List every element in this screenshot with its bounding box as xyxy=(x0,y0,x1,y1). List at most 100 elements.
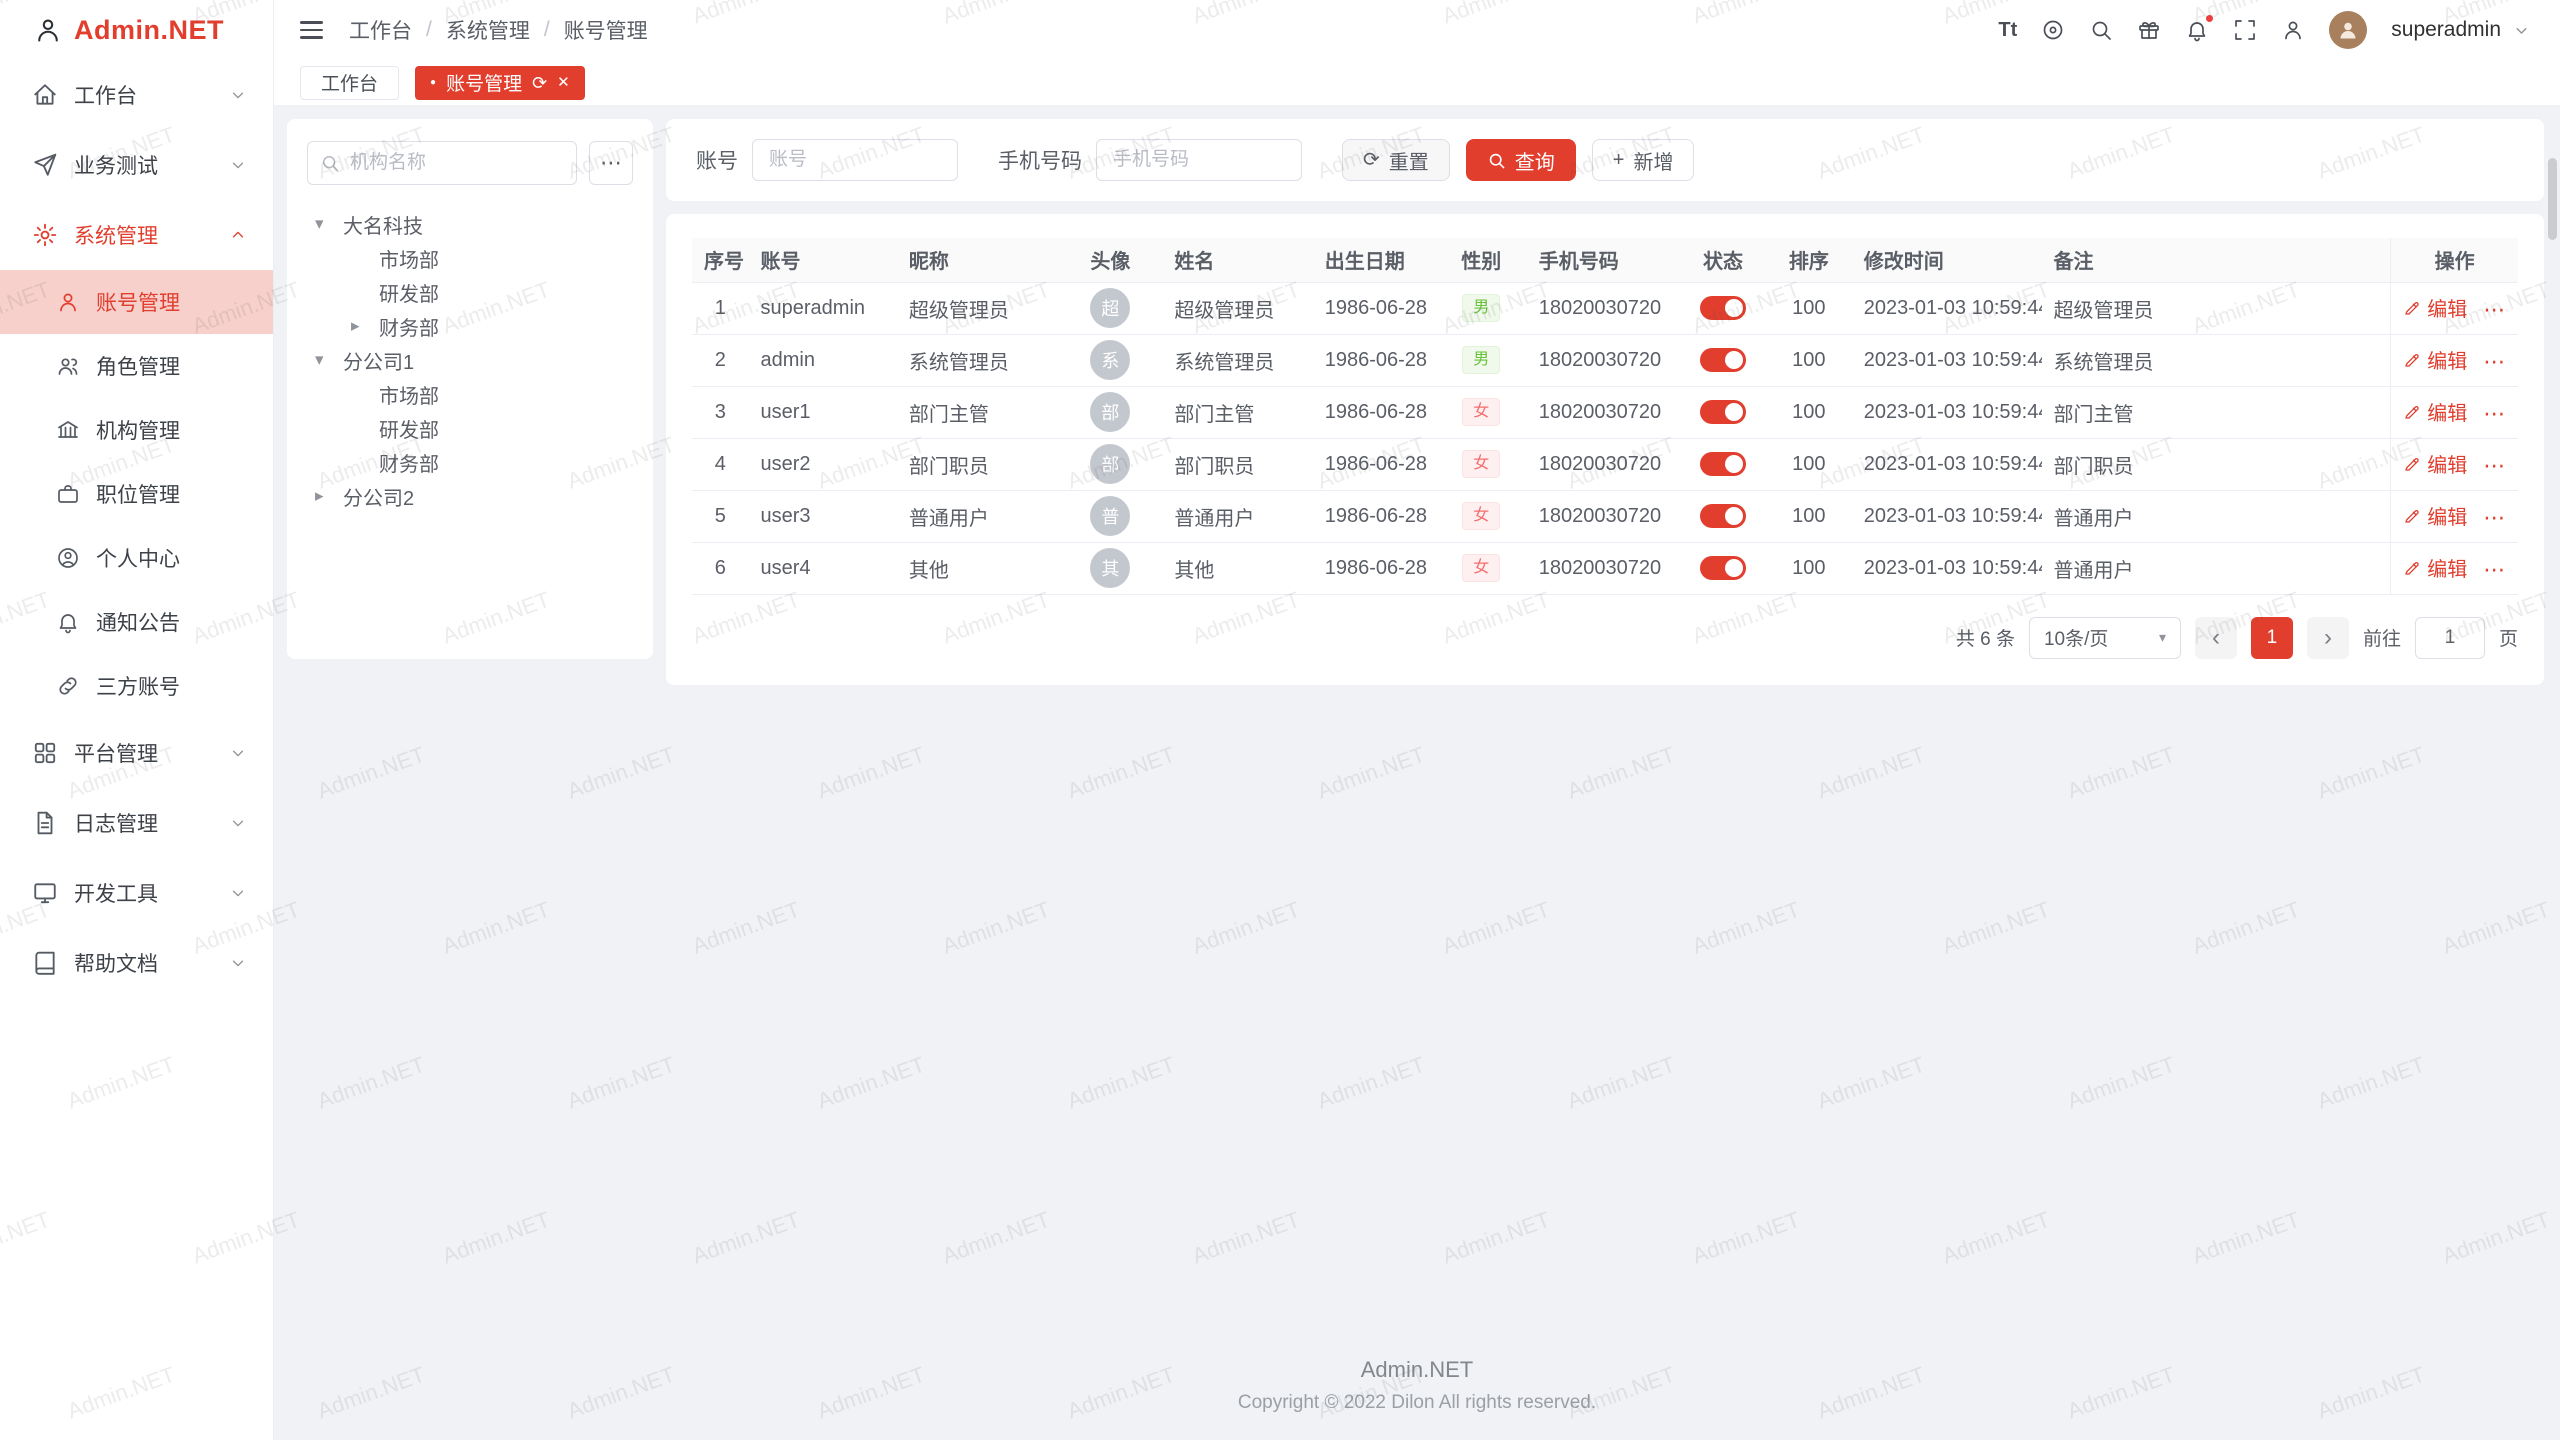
edit-button[interactable]: 编辑 xyxy=(2403,449,2467,478)
footer-copyright: Copyright © 2022 Dilon All rights reserv… xyxy=(274,1392,2560,1414)
user-outline-icon[interactable] xyxy=(2281,18,2305,42)
status-toggle[interactable] xyxy=(1700,556,1746,580)
sidebar-item-position-management[interactable]: 职位管理 xyxy=(0,462,273,526)
row-more-button[interactable]: ⋯ xyxy=(2483,505,2506,530)
status-toggle[interactable] xyxy=(1700,400,1746,424)
add-button[interactable]: + 新增 xyxy=(1592,139,1695,181)
tree-node[interactable]: 研发部 xyxy=(307,411,633,445)
tree-expand-icon[interactable]: ▾ xyxy=(315,214,343,234)
sidebar-item-log-management[interactable]: 日志管理 xyxy=(0,788,273,858)
cell-index: 2 xyxy=(692,334,749,386)
org-search-input[interactable] xyxy=(307,141,577,185)
status-toggle[interactable] xyxy=(1700,348,1746,372)
sidebar-item-dev-tools[interactable]: 开发工具 xyxy=(0,858,273,928)
cell-order: 100 xyxy=(1766,282,1852,334)
tree-node[interactable]: 市场部 xyxy=(307,377,633,411)
status-toggle[interactable] xyxy=(1700,504,1746,528)
edit-button[interactable]: 编辑 xyxy=(2403,293,2467,322)
sidebar-item-system-management[interactable]: 系统管理 xyxy=(0,200,273,270)
page-1-button[interactable]: 1 xyxy=(2251,617,2293,659)
gift-icon[interactable] xyxy=(2137,18,2161,42)
row-more-button[interactable]: ⋯ xyxy=(2483,453,2506,478)
row-avatar: 超 xyxy=(1090,288,1130,328)
breadcrumb-item[interactable]: 账号管理 xyxy=(564,15,648,45)
row-more-button[interactable]: ⋯ xyxy=(2483,557,2506,582)
cell-nickname: 其他 xyxy=(897,542,1059,594)
cell-order: 100 xyxy=(1766,386,1852,438)
sidebar-item-personal-center[interactable]: 个人中心 xyxy=(0,526,273,590)
edit-button[interactable]: 编辑 xyxy=(2403,553,2467,582)
row-avatar: 部 xyxy=(1090,392,1130,432)
phone-input[interactable] xyxy=(1096,139,1302,181)
tree-node[interactable]: 市场部 xyxy=(307,241,633,275)
user-icon xyxy=(56,290,80,314)
sidebar-item-platform-management[interactable]: 平台管理 xyxy=(0,718,273,788)
tree-expand-icon[interactable]: ▸ xyxy=(351,316,379,336)
prev-page-button[interactable]: ‹ xyxy=(2195,617,2237,659)
page-size-select[interactable]: 10条/页 ▾ xyxy=(2029,617,2181,659)
row-more-button[interactable]: ⋯ xyxy=(2483,297,2506,322)
edit-button[interactable]: 编辑 xyxy=(2403,397,2467,426)
tab-account-management[interactable]: ● 账号管理 ⟳ ✕ xyxy=(415,66,585,100)
user-avatar[interactable] xyxy=(2329,11,2367,49)
search-icon[interactable] xyxy=(2089,18,2113,42)
font-size-icon[interactable]: Tt xyxy=(1998,19,2017,42)
reset-button[interactable]: ⟳ 重置 xyxy=(1342,139,1450,181)
goto-page-input[interactable] xyxy=(2415,617,2485,659)
scrollbar-thumb[interactable] xyxy=(2548,158,2557,240)
next-page-button[interactable]: › xyxy=(2307,617,2349,659)
username[interactable]: superadmin xyxy=(2391,18,2501,42)
tree-more-button[interactable]: ⋯ xyxy=(589,141,633,185)
notification-bell-icon[interactable] xyxy=(2185,18,2209,42)
circle-dot-icon[interactable] xyxy=(2041,18,2065,42)
edit-button[interactable]: 编辑 xyxy=(2403,501,2467,530)
sidebar-item-org-management[interactable]: 机构管理 xyxy=(0,398,273,462)
tab-label: 工作台 xyxy=(321,69,378,96)
tree-node[interactable]: ▸财务部 xyxy=(307,309,633,343)
search-button[interactable]: 查询 xyxy=(1466,139,1576,181)
sidebar-item-third-party-account[interactable]: 三方账号 xyxy=(0,654,273,718)
edit-button[interactable]: 编辑 xyxy=(2403,345,2467,374)
cell-phone: 18020030720 xyxy=(1527,386,1680,438)
cell-birth-date: 1986-06-28 xyxy=(1313,334,1436,386)
cell-nickname: 超级管理员 xyxy=(897,282,1059,334)
row-more-button[interactable]: ⋯ xyxy=(2483,401,2506,426)
sidebar-item-help-docs[interactable]: 帮助文档 xyxy=(0,928,273,998)
sidebar-item-account-management[interactable]: 账号管理 xyxy=(0,270,273,334)
row-more-button[interactable]: ⋯ xyxy=(2483,349,2506,374)
sidebar-item-role-management[interactable]: 角色管理 xyxy=(0,334,273,398)
account-input[interactable] xyxy=(752,139,958,181)
logo[interactable]: Admin.NET xyxy=(0,0,273,60)
tab-label: 账号管理 xyxy=(446,69,522,96)
column-header: 操作 xyxy=(2391,238,2518,282)
tree-node[interactable]: 研发部 xyxy=(307,275,633,309)
tree-node[interactable]: ▸分公司2 xyxy=(307,479,633,513)
status-toggle[interactable] xyxy=(1700,452,1746,476)
tree-node[interactable]: 财务部 xyxy=(307,445,633,479)
tree-node[interactable]: ▾大名科技 xyxy=(307,207,633,241)
sidebar-item-business-test[interactable]: 业务测试 xyxy=(0,130,273,200)
cell-remark: 普通用户 xyxy=(2042,490,2391,542)
tree-expand-icon[interactable]: ▸ xyxy=(315,486,343,506)
tab-refresh-icon[interactable]: ⟳ xyxy=(532,74,547,92)
sidebar-item-notice-announcement[interactable]: 通知公告 xyxy=(0,590,273,654)
tree-expand-icon[interactable]: ▾ xyxy=(315,350,343,370)
status-toggle[interactable] xyxy=(1700,296,1746,320)
table-row: 5user3普通用户普普通用户1986-06-28女18020030720100… xyxy=(692,490,2518,542)
breadcrumb-separator: / xyxy=(426,18,432,42)
logo-icon xyxy=(34,16,62,44)
tab-close-icon[interactable]: ✕ xyxy=(557,75,570,90)
fullscreen-icon[interactable] xyxy=(2233,18,2257,42)
org-icon xyxy=(56,418,80,442)
sidebar-item-workbench[interactable]: 工作台 xyxy=(0,60,273,130)
cell-nickname: 部门主管 xyxy=(897,386,1059,438)
chevron-down-icon xyxy=(229,954,247,972)
tree-node[interactable]: ▾分公司1 xyxy=(307,343,633,377)
cell-name: 部门职员 xyxy=(1162,438,1312,490)
breadcrumb-item[interactable]: 工作台 xyxy=(349,15,412,45)
user-menu-caret-icon[interactable] xyxy=(2513,22,2530,39)
tab-workbench[interactable]: 工作台 xyxy=(300,66,399,100)
menu-collapse-icon[interactable] xyxy=(300,21,323,39)
cell-status xyxy=(1680,490,1766,542)
breadcrumb-item[interactable]: 系统管理 xyxy=(446,15,530,45)
